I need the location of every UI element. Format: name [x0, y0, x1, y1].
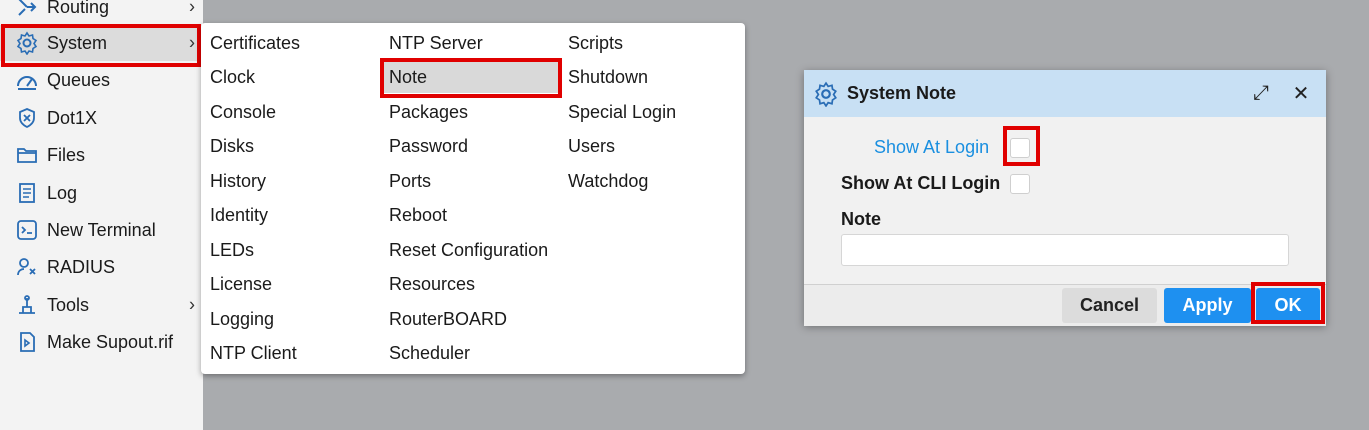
sidebar-item-queues[interactable]: Queues: [0, 62, 203, 98]
system-submenu: Certificates Clock Console Disks History…: [201, 23, 745, 374]
sidebar-item-radius[interactable]: RADIUS: [0, 249, 203, 285]
menu-item-scripts[interactable]: Scripts: [560, 27, 623, 59]
folder-icon: [14, 142, 40, 168]
sidebar-item-dot1x[interactable]: Dot1X: [0, 100, 203, 136]
menu-item-reboot[interactable]: Reboot: [381, 199, 447, 231]
sidebar-item-log[interactable]: Log: [0, 175, 203, 211]
sidebar: Routing › System › Queues Dot1X Files Lo…: [0, 0, 203, 430]
menu-item-routerboard[interactable]: RouterBOARD: [381, 303, 507, 335]
sidebar-item-tools[interactable]: Tools ›: [0, 287, 203, 323]
menu-item-reset-configuration[interactable]: Reset Configuration: [381, 234, 548, 266]
menu-item-special-login[interactable]: Special Login: [560, 96, 676, 128]
show-at-cli-login-label: Show At CLI Login: [841, 173, 1001, 193]
show-at-login-checkbox[interactable]: [1010, 138, 1030, 158]
sidebar-item-label: New Terminal: [47, 219, 156, 240]
menu-item-disks[interactable]: Disks: [202, 130, 254, 162]
menu-item-note[interactable]: Note: [381, 61, 559, 93]
note-label: Note: [841, 209, 881, 229]
show-at-login-label: Show At Login: [874, 137, 990, 157]
chevron-right-icon: ›: [189, 32, 195, 53]
sidebar-item-label: Files: [47, 144, 86, 165]
menu-item-console[interactable]: Console: [202, 96, 276, 128]
menu-item-license[interactable]: License: [202, 268, 272, 300]
close-icon[interactable]: ✕: [1290, 82, 1312, 105]
menu-item-certificates[interactable]: Certificates: [202, 27, 300, 59]
menu-item-scheduler[interactable]: Scheduler: [381, 337, 470, 369]
menu-item-ntp-server[interactable]: NTP Server: [381, 27, 483, 59]
sidebar-item-label: Dot1X: [47, 107, 98, 128]
menu-item-leds[interactable]: LEDs: [202, 234, 254, 266]
terminal-icon: [14, 217, 40, 243]
sidebar-item-label: Log: [47, 182, 78, 203]
menu-item-ports[interactable]: Ports: [381, 165, 431, 197]
menu-item-resources[interactable]: Resources: [381, 268, 475, 300]
note-input[interactable]: [841, 234, 1289, 266]
menu-item-logging[interactable]: Logging: [202, 303, 274, 335]
tools-icon: [14, 292, 40, 318]
sidebar-item-label: System: [47, 32, 108, 53]
chevron-right-icon: ›: [189, 294, 195, 315]
gear-icon: [813, 81, 839, 107]
radius-icon: [14, 254, 40, 280]
ok-button[interactable]: OK: [1256, 288, 1320, 323]
sidebar-item-system[interactable]: System ›: [0, 25, 203, 61]
sidebar-item-label: Make Supout.rif: [47, 331, 174, 352]
menu-item-ntp-client[interactable]: NTP Client: [202, 337, 297, 369]
show-at-cli-login-checkbox[interactable]: [1010, 174, 1030, 194]
gear-icon: [14, 30, 40, 56]
menu-item-history[interactable]: History: [202, 165, 266, 197]
cancel-button[interactable]: Cancel: [1062, 288, 1157, 323]
sidebar-item-new-terminal[interactable]: New Terminal: [0, 212, 203, 248]
routing-icon: [14, 0, 40, 20]
apply-button[interactable]: Apply: [1164, 288, 1251, 323]
sidebar-item-label: Routing: [47, 0, 110, 17]
sidebar-item-label: RADIUS: [47, 256, 116, 277]
queues-icon: [14, 67, 40, 93]
chevron-right-icon: ›: [189, 0, 195, 17]
menu-item-packages[interactable]: Packages: [381, 96, 468, 128]
maximize-icon[interactable]: ⤢: [1250, 82, 1272, 104]
log-icon: [14, 180, 40, 206]
dot1x-icon: [14, 105, 40, 131]
sidebar-item-routing[interactable]: Routing ›: [0, 0, 203, 25]
sidebar-item-files[interactable]: Files: [0, 137, 203, 173]
sidebar-item-label: Queues: [47, 69, 111, 90]
dialog-header: System Note ⤢ ✕: [804, 70, 1326, 117]
system-note-dialog: System Note ⤢ ✕ Show At Login Show At CL…: [804, 70, 1326, 326]
menu-item-clock[interactable]: Clock: [202, 61, 255, 93]
menu-item-identity[interactable]: Identity: [202, 199, 268, 231]
dialog-title: System Note: [847, 83, 957, 103]
sidebar-item-label: Tools: [47, 294, 90, 315]
sidebar-item-make-supout[interactable]: Make Supout.rif: [0, 324, 203, 360]
supout-icon: [14, 329, 40, 355]
menu-item-watchdog[interactable]: Watchdog: [560, 165, 648, 197]
menu-item-users[interactable]: Users: [560, 130, 615, 162]
menu-item-shutdown[interactable]: Shutdown: [560, 61, 648, 93]
dialog-footer: Cancel Apply OK: [804, 284, 1326, 326]
menu-item-password[interactable]: Password: [381, 130, 468, 162]
